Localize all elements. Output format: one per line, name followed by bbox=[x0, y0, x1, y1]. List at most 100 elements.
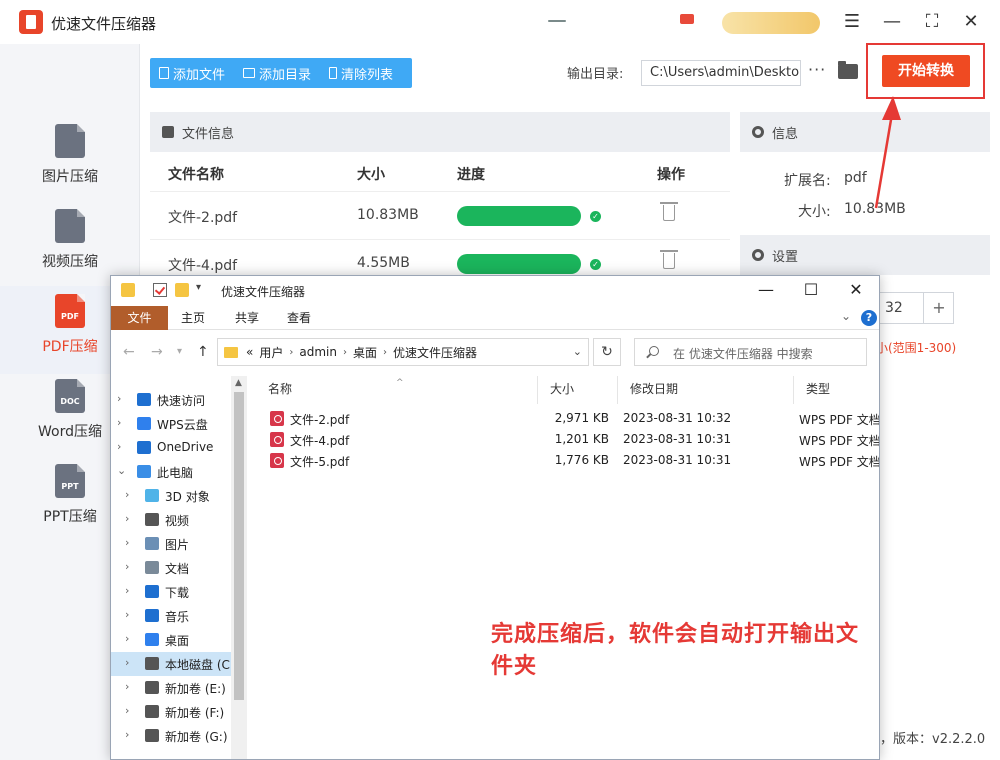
drive-icon bbox=[145, 705, 159, 718]
address-dropdown-icon[interactable]: ⌄ bbox=[573, 345, 582, 358]
chevron-right-icon[interactable]: › bbox=[125, 704, 129, 717]
chevron-right-icon[interactable]: › bbox=[125, 656, 129, 669]
range-hint: 小(范围1-300) bbox=[876, 341, 957, 355]
tab-home[interactable]: 主页 bbox=[171, 306, 215, 330]
forward-arrow-icon[interactable]: → bbox=[151, 344, 163, 360]
ribbon: 文件 主页 共享 查看 ⌄ ? bbox=[111, 306, 879, 330]
file-row[interactable]: 文件-5.pdf 1,776 KB 2023-08-31 10:31 WPS PDF … bbox=[256, 450, 879, 471]
sidebar-item-image[interactable]: 图片压缩 bbox=[0, 120, 140, 200]
output-dir-label: 输出目录: bbox=[567, 67, 624, 82]
quality-stepper[interactable]: 32 + bbox=[876, 292, 954, 324]
more-options-button[interactable]: ··· bbox=[808, 60, 826, 79]
chevron-right-icon[interactable]: › bbox=[343, 347, 347, 358]
nav-item[interactable]: › 下载 bbox=[111, 580, 231, 604]
chevron-right-icon[interactable]: › bbox=[125, 728, 129, 741]
chevron-right-icon[interactable]: › bbox=[125, 560, 129, 573]
breadcrumb-current[interactable]: 优速文件压缩器 bbox=[393, 344, 477, 361]
nav-item[interactable]: › 3D 对象 bbox=[111, 484, 231, 508]
chevron-right-icon[interactable]: › bbox=[117, 416, 121, 429]
scroll-up-icon[interactable]: ▲ bbox=[235, 378, 242, 388]
add-folder-button[interactable]: 添加目录 bbox=[234, 64, 320, 83]
chevron-right-icon[interactable]: › bbox=[125, 608, 129, 621]
nav-item-label: 文档 bbox=[165, 562, 190, 576]
nav-item[interactable]: › 视频 bbox=[111, 508, 231, 532]
col-type[interactable]: 类型 bbox=[794, 376, 879, 404]
progress-bar bbox=[457, 254, 581, 274]
table-row[interactable]: 文件-2.pdf 10.83MB ✓ bbox=[150, 192, 730, 240]
navigation-pane: › 快速访问 › WPS云盘 › OneDrive ⌄ 此电脑 › 3D 对象 › 视频 › 图片 › 文档 ›… bbox=[111, 376, 247, 759]
increment-button[interactable]: + bbox=[923, 293, 954, 323]
close-button[interactable]: ✕ bbox=[959, 10, 983, 34]
annotation-text: 完成压缩后，软件会自动打开输出文件夹 bbox=[491, 622, 860, 679]
chevron-right-icon[interactable]: › bbox=[125, 536, 129, 549]
chevron-right-icon[interactable]: › bbox=[125, 584, 129, 597]
file-row[interactable]: 文件-4.pdf 1,201 KB 2023-08-31 10:31 WPS PDF … bbox=[256, 429, 879, 450]
nav-item[interactable]: › WPS云盘 bbox=[111, 412, 231, 436]
output-path-field[interactable]: C:\Users\admin\Desktop bbox=[641, 60, 801, 86]
chevron-down-icon[interactable]: ⌄ bbox=[841, 309, 851, 323]
breadcrumb-desktop[interactable]: 桌面 bbox=[353, 344, 377, 361]
nav-item[interactable]: › 新加卷 (E:) bbox=[111, 676, 231, 700]
chevron-right-icon[interactable]: › bbox=[289, 347, 293, 358]
promo-badge[interactable] bbox=[722, 12, 820, 34]
nav-item[interactable]: › 新加卷 (G:) bbox=[111, 724, 231, 748]
breadcrumb-overflow[interactable]: « bbox=[246, 345, 253, 359]
nav-scrollbar[interactable]: ▲ bbox=[231, 376, 247, 759]
explorer-minimize-button[interactable]: — bbox=[751, 280, 781, 299]
explorer-maximize-button[interactable]: ☐ bbox=[796, 280, 826, 299]
breadcrumb-users[interactable]: 用户 bbox=[259, 344, 283, 361]
back-arrow-icon[interactable]: ← bbox=[123, 344, 135, 360]
tab-file[interactable]: 文件 bbox=[111, 306, 168, 330]
document-icon bbox=[145, 561, 159, 574]
address-bar[interactable]: « 用户 › admin › 桌面 › 优速文件压缩器 ⌄ bbox=[217, 338, 589, 366]
chevron-right-icon[interactable]: › bbox=[383, 347, 387, 358]
chevron-down-icon[interactable]: ⌄ bbox=[117, 464, 126, 477]
chevron-right-icon[interactable]: › bbox=[117, 440, 121, 453]
file-date: 2023-08-31 10:32 bbox=[623, 411, 732, 425]
menu-icon[interactable]: ☰ bbox=[840, 10, 864, 34]
col-size[interactable]: 大小 bbox=[538, 376, 618, 404]
maximize-button[interactable]: ⛶ bbox=[920, 10, 944, 34]
up-arrow-icon[interactable]: ↑ bbox=[197, 344, 209, 360]
col-date[interactable]: 修改日期 bbox=[618, 376, 794, 404]
nav-item[interactable]: › 桌面 bbox=[111, 628, 231, 652]
chevron-right-icon[interactable]: › bbox=[125, 632, 129, 645]
chevron-right-icon[interactable]: › bbox=[125, 680, 129, 693]
minimize-button[interactable]: — bbox=[880, 10, 904, 34]
tab-view[interactable]: 查看 bbox=[277, 306, 321, 330]
scroll-thumb[interactable] bbox=[234, 392, 244, 700]
clear-list-button[interactable]: 清除列表 bbox=[320, 64, 402, 83]
nav-item[interactable]: › 本地磁盘 (C:) bbox=[111, 652, 231, 676]
col-name[interactable]: 名称 ^ bbox=[256, 376, 538, 404]
nav-item[interactable]: › 快速访问 bbox=[111, 388, 231, 412]
refresh-button[interactable]: ↻ bbox=[593, 338, 621, 366]
sidebar-item-video[interactable]: 视频压缩 bbox=[0, 205, 140, 285]
chevron-right-icon[interactable]: › bbox=[117, 392, 121, 405]
nav-item[interactable]: › 新加卷 (F:) bbox=[111, 700, 231, 724]
open-folder-icon[interactable] bbox=[838, 61, 858, 79]
nav-item[interactable]: › 图片 bbox=[111, 532, 231, 556]
delete-icon[interactable] bbox=[660, 202, 678, 221]
quick-access-dropdown-icon[interactable]: ▾ bbox=[196, 282, 201, 293]
size-value: 10.83MB bbox=[844, 201, 906, 217]
breadcrumb-admin[interactable]: admin bbox=[299, 345, 337, 359]
file-row[interactable]: 文件-2.pdf 2,971 KB 2023-08-31 10:32 WPS PDF … bbox=[256, 408, 879, 429]
app-logo bbox=[19, 10, 43, 34]
chevron-right-icon[interactable]: › bbox=[125, 512, 129, 525]
add-file-button[interactable]: 添加文件 bbox=[150, 64, 234, 83]
nav-item[interactable]: ⌄ 此电脑 bbox=[111, 460, 231, 484]
chevron-right-icon[interactable]: › bbox=[125, 488, 129, 501]
new-folder-icon[interactable] bbox=[175, 283, 189, 297]
help-icon[interactable]: ? bbox=[861, 310, 877, 326]
nav-item[interactable]: › OneDrive bbox=[111, 436, 231, 460]
nav-item[interactable]: › 音乐 bbox=[111, 604, 231, 628]
explorer-close-button[interactable]: ✕ bbox=[841, 280, 871, 299]
search-input[interactable]: 在 优速文件压缩器 中搜索 bbox=[634, 338, 867, 366]
delete-icon[interactable] bbox=[660, 250, 678, 269]
properties-icon[interactable] bbox=[153, 283, 167, 297]
start-convert-button[interactable]: 开始转换 bbox=[882, 55, 970, 87]
recent-dropdown-icon[interactable]: ▾ bbox=[177, 346, 182, 357]
tab-share[interactable]: 共享 bbox=[225, 306, 269, 330]
nav-item-label: 本地磁盘 (C:) bbox=[165, 658, 231, 672]
nav-item[interactable]: › 文档 bbox=[111, 556, 231, 580]
